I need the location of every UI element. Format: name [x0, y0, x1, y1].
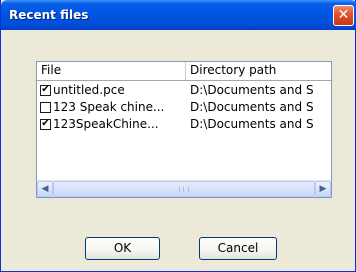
checkbox[interactable]: ✔ — [40, 118, 51, 130]
cancel-button[interactable]: Cancel — [199, 237, 277, 260]
checkbox[interactable]: ✔ — [40, 84, 51, 96]
grip-icon — [179, 187, 189, 192]
list-header: File Directory path — [37, 62, 331, 81]
list-item[interactable]: ✔ 123SpeakChine... D:\Documents and S — [37, 116, 331, 133]
file-name: 123SpeakChine... — [53, 117, 159, 131]
file-name: 123 Speak chine... — [53, 100, 165, 114]
scroll-thumb[interactable] — [53, 181, 315, 197]
recent-files-dialog: Recent files ✕ File Directory path ✔ unt… — [0, 0, 356, 272]
column-header-file[interactable]: File — [37, 62, 186, 80]
directory-path: D:\Documents and S — [190, 83, 314, 97]
close-icon: ✕ — [337, 7, 350, 23]
ok-button[interactable]: OK — [85, 237, 160, 260]
scroll-left-button[interactable]: ◀ — [37, 181, 53, 197]
dialog-title: Recent files — [9, 8, 89, 22]
list-item[interactable]: ✔ untitled.pce D:\Documents and S — [37, 82, 331, 99]
list-item[interactable]: 123 Speak chine... D:\Documents and S — [37, 99, 331, 116]
arrow-right-icon: ▶ — [319, 184, 327, 194]
checkmark-icon: ✔ — [41, 118, 50, 129]
close-button[interactable]: ✕ — [333, 5, 354, 26]
title-bar[interactable]: Recent files ✕ — [1, 0, 356, 30]
recent-files-list[interactable]: File Directory path ✔ untitled.pce D:\Do… — [36, 61, 332, 198]
arrow-left-icon: ◀ — [41, 184, 49, 194]
checkbox[interactable] — [40, 102, 51, 113]
column-header-directory[interactable]: Directory path — [186, 62, 331, 80]
scroll-right-button[interactable]: ▶ — [315, 181, 331, 197]
list-rows: ✔ untitled.pce D:\Documents and S 123 Sp… — [37, 82, 331, 133]
directory-path: D:\Documents and S — [190, 100, 314, 114]
file-name: untitled.pce — [53, 83, 125, 97]
horizontal-scrollbar[interactable]: ◀ ▶ — [37, 180, 331, 197]
checkmark-icon: ✔ — [41, 84, 50, 95]
directory-path: D:\Documents and S — [190, 117, 314, 131]
